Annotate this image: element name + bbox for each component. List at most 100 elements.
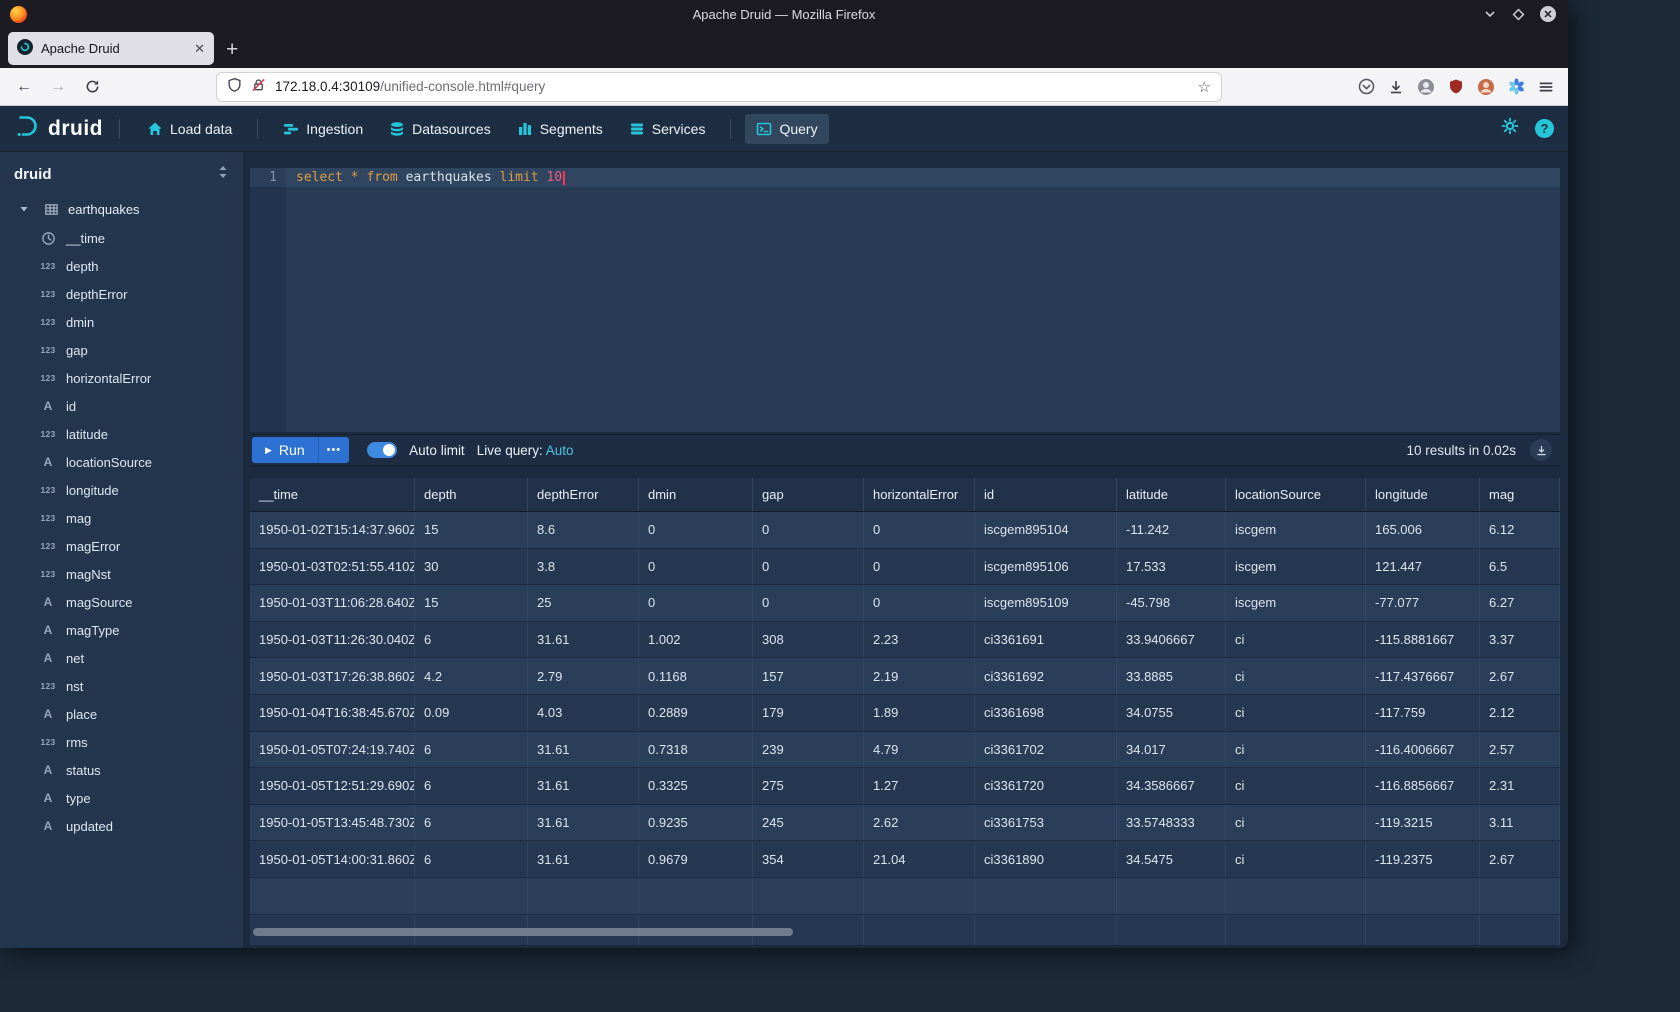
sidebar-column-magType[interactable]: AmagType xyxy=(0,616,243,644)
downloads-icon[interactable] xyxy=(1384,75,1408,99)
table-row[interactable]: 1950-01-03T02:51:55.410Z303.8000iscgem89… xyxy=(250,549,1560,586)
table-cell[interactable]: 2.19 xyxy=(864,658,975,694)
window-close-icon[interactable]: ✕ xyxy=(1540,6,1556,22)
extension-pinwheel-icon[interactable] xyxy=(1504,75,1528,99)
window-minimize-icon[interactable] xyxy=(1483,7,1497,21)
table-cell[interactable]: 354 xyxy=(753,841,864,877)
table-cell[interactable]: 0.2889 xyxy=(639,695,753,731)
table-cell[interactable]: 6 xyxy=(415,622,528,658)
sidebar-column-depth[interactable]: 123depth xyxy=(0,252,243,280)
table-cell[interactable]: 1950-01-05T14:00:31.860Z xyxy=(250,841,415,877)
table-cell[interactable]: ci xyxy=(1226,658,1366,694)
sidebar-column-mag[interactable]: 123mag xyxy=(0,504,243,532)
nav-item-ingestion[interactable]: Ingestion xyxy=(272,114,374,144)
table-cell[interactable]: ci xyxy=(1226,805,1366,841)
table-row[interactable]: 1950-01-04T16:38:45.670Z0.094.030.288917… xyxy=(250,695,1560,732)
nav-item-query[interactable]: Query xyxy=(745,114,828,144)
sidebar-column-latitude[interactable]: 123latitude xyxy=(0,420,243,448)
sidebar-column-status[interactable]: Astatus xyxy=(0,756,243,784)
table-row[interactable]: 1950-01-05T07:24:19.740Z631.610.73182394… xyxy=(250,732,1560,769)
auto-limit-toggle[interactable] xyxy=(367,442,397,458)
menu-button[interactable] xyxy=(1534,75,1558,99)
table-cell[interactable]: 0.09 xyxy=(415,695,528,731)
header-cell-__time[interactable]: __time xyxy=(250,478,415,511)
table-cell[interactable]: 25 xyxy=(528,585,639,621)
table-cell[interactable]: 308 xyxy=(753,622,864,658)
ublock-icon[interactable] xyxy=(1444,75,1468,99)
table-cell[interactable]: 1950-01-05T07:24:19.740Z xyxy=(250,732,415,768)
header-cell-mag[interactable]: mag xyxy=(1480,478,1560,511)
table-cell[interactable]: ci3361890 xyxy=(975,841,1117,877)
table-cell[interactable] xyxy=(1117,915,1226,945)
sidebar-column-place[interactable]: Aplace xyxy=(0,700,243,728)
window-maximize-icon[interactable] xyxy=(1512,8,1525,21)
sidebar-column-net[interactable]: Anet xyxy=(0,644,243,672)
table-cell[interactable] xyxy=(1117,878,1226,914)
table-cell[interactable]: 0 xyxy=(639,585,753,621)
table-cell[interactable]: 1950-01-04T16:38:45.670Z xyxy=(250,695,415,731)
table-cell[interactable]: 6 xyxy=(415,841,528,877)
table-cell[interactable]: iscgem xyxy=(1226,585,1366,621)
table-cell[interactable]: 1950-01-02T15:14:37.960Z xyxy=(250,512,415,548)
table-cell[interactable]: 3.11 xyxy=(1480,805,1560,841)
table-cell[interactable] xyxy=(1480,915,1560,945)
table-cell[interactable]: 1.89 xyxy=(864,695,975,731)
table-cell[interactable]: 0.1168 xyxy=(639,658,753,694)
live-query-value[interactable]: Auto xyxy=(546,443,574,458)
table-cell[interactable]: 6 xyxy=(415,768,528,804)
table-cell[interactable]: -77.077 xyxy=(1366,585,1480,621)
table-row[interactable]: 1950-01-03T11:26:30.040Z631.611.0023082.… xyxy=(250,622,1560,659)
table-cell[interactable]: 3.37 xyxy=(1480,622,1560,658)
table-cell[interactable]: 0.3325 xyxy=(639,768,753,804)
table-cell[interactable]: 0 xyxy=(753,512,864,548)
table-row[interactable]: 1950-01-02T15:14:37.960Z158.6000iscgem89… xyxy=(250,512,1560,549)
table-cell[interactable]: ci xyxy=(1226,695,1366,731)
druid-logo[interactable]: druid xyxy=(14,113,103,144)
table-cell[interactable]: -115.8881667 xyxy=(1366,622,1480,658)
table-cell[interactable]: iscgem xyxy=(1226,549,1366,585)
sql-line[interactable]: select * from earthquakes limit 10 xyxy=(286,168,1560,187)
table-cell[interactable] xyxy=(753,878,864,914)
table-cell[interactable] xyxy=(1480,878,1560,914)
table-cell[interactable]: 4.79 xyxy=(864,732,975,768)
table-cell[interactable]: 31.61 xyxy=(528,732,639,768)
table-row[interactable]: 1950-01-05T13:45:48.730Z631.610.92352452… xyxy=(250,805,1560,842)
table-cell[interactable]: ci3361698 xyxy=(975,695,1117,731)
sidebar-column-dmin[interactable]: 123dmin xyxy=(0,308,243,336)
table-cell[interactable]: -117.759 xyxy=(1366,695,1480,731)
table-cell[interactable]: 1950-01-03T02:51:55.410Z xyxy=(250,549,415,585)
table-cell[interactable]: 8.6 xyxy=(528,512,639,548)
sidebar-column-magNst[interactable]: 123magNst xyxy=(0,560,243,588)
table-cell[interactable]: ci3361702 xyxy=(975,732,1117,768)
table-cell[interactable]: 15 xyxy=(415,512,528,548)
insecure-lock-icon[interactable] xyxy=(251,77,266,96)
table-cell[interactable]: 6.27 xyxy=(1480,585,1560,621)
header-cell-longitude[interactable]: longitude xyxy=(1366,478,1480,511)
sidebar-column-horizontalError[interactable]: 123horizontalError xyxy=(0,364,243,392)
table-cell[interactable] xyxy=(639,878,753,914)
table-cell[interactable]: -45.798 xyxy=(1117,585,1226,621)
browser-tab[interactable]: Apache Druid ✕ xyxy=(8,32,214,65)
bookmark-star-icon[interactable]: ☆ xyxy=(1198,78,1211,96)
sidebar-column-__time[interactable]: __time xyxy=(0,224,243,252)
table-cell[interactable]: 34.0755 xyxy=(1117,695,1226,731)
table-cell[interactable]: 6.5 xyxy=(1480,549,1560,585)
table-cell[interactable]: 1950-01-03T17:26:38.860Z xyxy=(250,658,415,694)
nav-item-segments[interactable]: Segments xyxy=(506,114,614,144)
back-button[interactable]: ← xyxy=(10,73,38,101)
table-cell[interactable]: 0 xyxy=(864,585,975,621)
table-cell[interactable] xyxy=(975,915,1117,945)
table-cell[interactable]: 121.447 xyxy=(1366,549,1480,585)
table-cell[interactable]: ci3361720 xyxy=(975,768,1117,804)
table-cell[interactable]: iscgem895106 xyxy=(975,549,1117,585)
table-cell[interactable]: iscgem895104 xyxy=(975,512,1117,548)
table-cell[interactable]: -11.242 xyxy=(1117,512,1226,548)
table-cell[interactable] xyxy=(415,878,528,914)
table-cell[interactable]: 0.7318 xyxy=(639,732,753,768)
sidebar-column-magError[interactable]: 123magError xyxy=(0,532,243,560)
table-cell[interactable]: 34.5475 xyxy=(1117,841,1226,877)
table-cell[interactable]: 31.61 xyxy=(528,841,639,877)
table-cell[interactable]: ci3361692 xyxy=(975,658,1117,694)
table-cell[interactable]: 33.9406667 xyxy=(1117,622,1226,658)
sidebar-column-type[interactable]: Atype xyxy=(0,784,243,812)
